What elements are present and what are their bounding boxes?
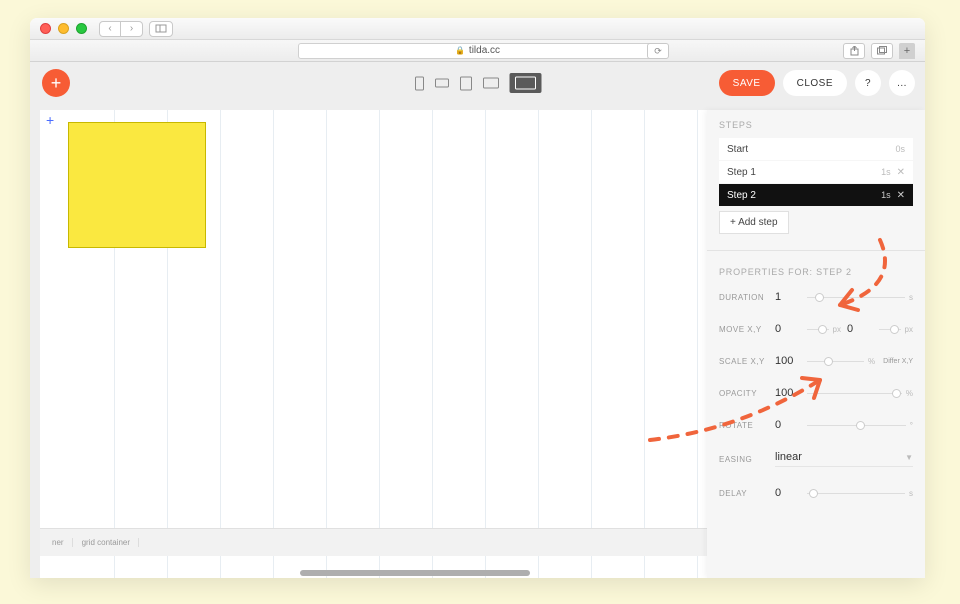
status-tag: ner [48,538,73,547]
origin-marker-icon: + [46,112,54,128]
prop-unit: px [905,325,913,334]
prop-opacity: OPACITY 100 % [719,387,913,399]
close-button[interactable]: CLOSE [783,70,847,96]
maximize-window-icon[interactable] [76,23,87,34]
step-label: Start [727,144,748,155]
url-bar: 🔒 tilda.cc ⟳ + [30,40,925,62]
easing-select[interactable]: linear ▼ [775,451,913,467]
delay-value[interactable]: 0 [775,487,803,499]
divider [707,250,925,251]
prop-label: DURATION [719,293,775,302]
new-tab-button[interactable]: + [899,43,915,59]
prop-duration: DURATION 1 s [719,291,913,303]
scale-value[interactable]: 100 [775,355,803,367]
share-button[interactable] [843,43,865,59]
step-time: 1s [881,190,891,200]
back-button[interactable]: ‹ [99,21,121,37]
prop-delay: DELAY 0 s [719,487,913,499]
easing-value: linear [775,451,802,463]
duration-value[interactable]: 1 [775,291,803,303]
reload-button[interactable]: ⟳ [647,43,669,59]
browser-window: ‹ › 🔒 tilda.cc ⟳ + + [30,18,925,578]
prop-label: SCALE X,Y [719,357,775,366]
prop-easing: EASING linear ▼ [719,451,913,467]
step-start[interactable]: Start 0s [719,138,913,160]
device-tablet-icon[interactable] [459,76,472,91]
move-x-slider[interactable] [807,329,829,330]
rotate-slider[interactable] [807,425,906,426]
forward-button[interactable]: › [121,21,143,37]
horizontal-scrollbar[interactable] [300,570,530,576]
prop-unit: px [833,325,841,334]
tabs-button[interactable] [149,21,173,37]
prop-label: EASING [719,455,775,464]
properties-heading: PROPERTIES FOR: STEP 2 [719,267,913,277]
app: + SAVE CLOSE ? ... + ner grid con [30,62,925,578]
prop-unit: s [909,293,913,302]
prop-label: DELAY [719,489,775,498]
opacity-value[interactable]: 100 [775,387,803,399]
prop-scale: SCALE X,Y 100 % Differ X,Y [719,355,913,367]
prop-unit: ° [910,421,913,430]
window-controls [40,23,87,34]
nav-buttons: ‹ › [99,21,173,37]
titlebar: ‹ › [30,18,925,40]
prop-unit: % [906,389,913,398]
step-label: Step 1 [727,167,756,178]
add-block-button[interactable]: + [42,69,70,97]
chevron-down-icon: ▼ [905,453,913,462]
prop-move: MOVE X,Y 0 px 0 px [719,323,913,335]
prop-unit: % [868,357,875,366]
prop-label: ROTATE [719,421,775,430]
step-time: 0s [895,144,905,154]
prop-unit: s [909,489,913,498]
device-phone-icon[interactable] [414,76,424,91]
device-switcher [414,73,541,93]
add-step-button[interactable]: + Add step [719,211,789,234]
steps-heading: STEPS [719,120,913,130]
prop-label: OPACITY [719,389,775,398]
rotate-value[interactable]: 0 [775,419,803,431]
step-time: 1s [881,167,891,177]
tabs-overview-button[interactable] [871,43,893,59]
url-field[interactable]: 🔒 tilda.cc [298,43,658,59]
scale-slider[interactable] [807,361,864,362]
shape-rectangle[interactable] [68,122,206,248]
opacity-slider[interactable] [807,393,902,394]
status-tag: grid container [78,538,139,547]
step-label: Step 2 [727,190,756,201]
device-phone-land-icon[interactable] [434,78,449,88]
device-desktop-icon[interactable] [509,73,541,93]
save-button[interactable]: SAVE [719,70,775,96]
help-button[interactable]: ? [855,70,881,96]
prop-rotate: ROTATE 0 ° [719,419,913,431]
delete-step-icon[interactable]: ✕ [897,190,905,201]
delete-step-icon[interactable]: ✕ [897,167,905,178]
url-text: tilda.cc [469,45,500,56]
delay-slider[interactable] [807,493,905,494]
move-y-slider[interactable] [879,329,901,330]
move-y-value[interactable]: 0 [847,323,875,335]
animation-panel: STEPS Start 0s Step 1 1s✕ Step 2 1s✕ + A… [707,110,925,578]
close-window-icon[interactable] [40,23,51,34]
minimize-window-icon[interactable] [58,23,69,34]
device-tablet-land-icon[interactable] [482,77,499,89]
step-1[interactable]: Step 1 1s ✕ [719,161,913,183]
more-button[interactable]: ... [889,70,915,96]
scale-differ-toggle[interactable]: Differ X,Y [883,358,913,365]
prop-label: MOVE X,Y [719,325,775,334]
app-toolbar: + SAVE CLOSE ? ... [30,62,925,104]
lock-icon: 🔒 [455,46,465,55]
step-2[interactable]: Step 2 1s ✕ [719,184,913,206]
duration-slider[interactable] [807,297,905,298]
move-x-value[interactable]: 0 [775,323,803,335]
